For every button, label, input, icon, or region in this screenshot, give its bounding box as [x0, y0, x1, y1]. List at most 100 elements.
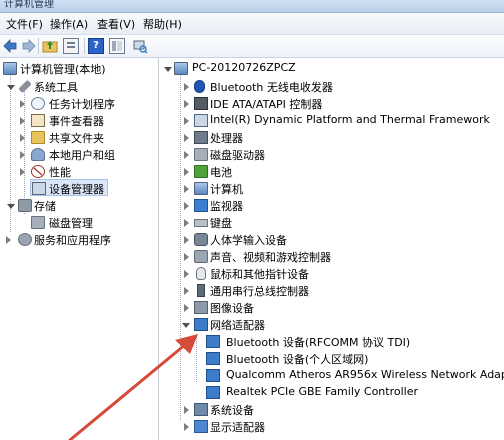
scan-hardware-icon[interactable] — [132, 38, 148, 54]
expand-arrow-icon[interactable] — [184, 202, 189, 210]
device-category-battery[interactable]: 电池 — [162, 163, 504, 180]
properties-icon[interactable] — [63, 38, 79, 54]
device-manager-icon — [32, 182, 46, 195]
tree-item-device-manager[interactable]: 设备管理器 — [30, 179, 108, 196]
tree-item-storage[interactable]: 存储 — [0, 197, 158, 214]
device-category-monitors[interactable]: 监视器 — [162, 197, 504, 214]
network-adapter-icon — [206, 352, 220, 365]
expand-arrow-icon[interactable] — [20, 168, 25, 176]
menu-view[interactable]: 查看(V) — [97, 16, 135, 32]
device-category-network-adapters[interactable]: 网络适配器 — [162, 316, 504, 333]
tree-label: 性能 — [49, 166, 71, 179]
device-category-disk-drives[interactable]: 磁盘驱动器 — [162, 146, 504, 163]
tree-item-event-viewer[interactable]: 事件查看器 — [0, 112, 158, 129]
expand-arrow-icon[interactable] — [184, 236, 189, 244]
help-icon[interactable]: ? — [88, 38, 104, 54]
network-adapter-icon — [194, 318, 208, 331]
tree-item-local-users[interactable]: 本地用户和组 — [0, 146, 158, 163]
tree-label: 声音、视频和游戏控制器 — [210, 251, 331, 264]
users-icon — [31, 148, 45, 161]
device-category-mice[interactable]: 鼠标和其他指针设备 — [162, 265, 504, 282]
view-toggle-icon[interactable] — [109, 38, 125, 54]
device-root[interactable]: PC-20120726ZPCZ — [162, 60, 504, 77]
collapse-arrow-icon[interactable] — [7, 204, 15, 209]
network-adapter-item[interactable]: Bluetooth 设备(RFCOMM 协议 TDI) — [162, 333, 504, 350]
expand-arrow-icon[interactable] — [184, 287, 189, 295]
storage-icon — [18, 199, 32, 212]
expand-arrow-icon[interactable] — [184, 219, 189, 227]
tree-item-shared-folders[interactable]: 共享文件夹 — [0, 129, 158, 146]
tree-label: 磁盘驱动器 — [210, 149, 265, 162]
services-icon — [18, 233, 32, 246]
clock-icon — [31, 97, 45, 110]
expand-arrow-icon[interactable] — [184, 83, 189, 91]
tree-item-services[interactable]: 服务和应用程序 — [0, 231, 158, 248]
tree-label: 显示适配器 — [210, 421, 265, 434]
expand-arrow-icon[interactable] — [20, 117, 25, 125]
battery-icon — [194, 165, 208, 178]
expand-arrow-icon[interactable] — [184, 423, 189, 431]
tree-label: Qualcomm Atheros AR956x Wireless Network… — [226, 368, 504, 381]
keyboard-icon — [194, 219, 208, 227]
device-category-sound[interactable]: 声音、视频和游戏控制器 — [162, 248, 504, 265]
network-adapter-item[interactable]: Bluetooth 设备(个人区域网) — [162, 350, 504, 367]
tree-label: Bluetooth 无线电收发器 — [210, 81, 333, 94]
expand-arrow-icon[interactable] — [184, 100, 189, 108]
tree-label: 系统设备 — [210, 404, 254, 417]
device-category-imaging[interactable]: 图像设备 — [162, 299, 504, 316]
menu-action[interactable]: 操作(A) — [50, 16, 88, 32]
back-arrow-icon[interactable] — [2, 38, 18, 54]
collapse-arrow-icon[interactable] — [7, 85, 15, 90]
collapse-arrow-icon[interactable] — [182, 323, 190, 328]
device-category-display-adapters[interactable]: 显示适配器 — [162, 418, 504, 435]
imaging-device-icon — [194, 301, 208, 314]
disk-drive-icon — [194, 148, 208, 161]
device-category-keyboards[interactable]: 键盘 — [162, 214, 504, 231]
expand-arrow-icon[interactable] — [184, 304, 189, 312]
up-folder-icon[interactable] — [42, 38, 58, 54]
tree-root[interactable]: 计算机管理(本地) — [0, 60, 158, 77]
expand-arrow-icon[interactable] — [20, 100, 25, 108]
device-category-hid[interactable]: 人体学输入设备 — [162, 231, 504, 248]
tree-item-system-tools[interactable]: 系统工具 — [0, 78, 158, 95]
device-category-computer[interactable]: 计算机 — [162, 180, 504, 197]
network-adapter-item[interactable]: Qualcomm Atheros AR956x Wireless Network… — [162, 367, 504, 384]
device-category-ide[interactable]: IDE ATA/ATAPI 控制器 — [162, 95, 504, 112]
collapse-arrow-icon[interactable] — [164, 67, 172, 72]
expand-arrow-icon[interactable] — [184, 134, 189, 142]
tree-item-disk-management[interactable]: 磁盘管理 — [0, 214, 158, 231]
device-category-processor[interactable]: 处理器 — [162, 129, 504, 146]
device-category-system-devices[interactable]: 系统设备 — [162, 401, 504, 418]
device-category-bluetooth[interactable]: Bluetooth 无线电收发器 — [162, 78, 504, 95]
menu-file[interactable]: 文件(F) — [6, 16, 43, 32]
tree-label: 计算机 — [210, 183, 243, 196]
expand-arrow-icon[interactable] — [184, 168, 189, 176]
expand-arrow-icon[interactable] — [184, 151, 189, 159]
device-category-intel-dptf[interactable]: Intel(R) Dynamic Platform and Thermal Fr… — [162, 112, 504, 129]
tree-label: 系统工具 — [34, 81, 78, 94]
expand-arrow-icon[interactable] — [20, 151, 25, 159]
expand-arrow-icon[interactable] — [20, 134, 25, 142]
tree-label: 监视器 — [210, 200, 243, 213]
menu-bar: 文件(F) 操作(A) 查看(V) 帮助(H) — [0, 13, 504, 35]
expand-arrow-icon[interactable] — [184, 406, 189, 414]
expand-arrow-icon[interactable] — [184, 270, 189, 278]
network-adapter-item[interactable]: Realtek PCIe GBE Family Controller — [162, 384, 504, 401]
event-log-icon — [31, 114, 45, 127]
forward-arrow-icon[interactable] — [21, 38, 37, 54]
menu-help[interactable]: 帮助(H) — [143, 16, 182, 32]
tree-item-performance[interactable]: 性能 — [0, 163, 158, 180]
ide-controller-icon — [194, 97, 208, 110]
tree-label: 处理器 — [210, 132, 243, 145]
network-adapter-icon — [206, 386, 220, 399]
performance-icon — [31, 165, 45, 178]
computer-icon — [174, 62, 188, 75]
device-category-usb[interactable]: 通用串行总线控制器 — [162, 282, 504, 299]
expand-arrow-icon[interactable] — [184, 253, 189, 261]
tree-label: 鼠标和其他指针设备 — [210, 268, 309, 281]
expand-arrow-icon[interactable] — [184, 117, 189, 125]
expand-arrow-icon[interactable] — [6, 236, 11, 244]
usb-icon — [197, 284, 205, 297]
tree-item-task-scheduler[interactable]: 任务计划程序 — [0, 95, 158, 112]
expand-arrow-icon[interactable] — [184, 185, 189, 193]
